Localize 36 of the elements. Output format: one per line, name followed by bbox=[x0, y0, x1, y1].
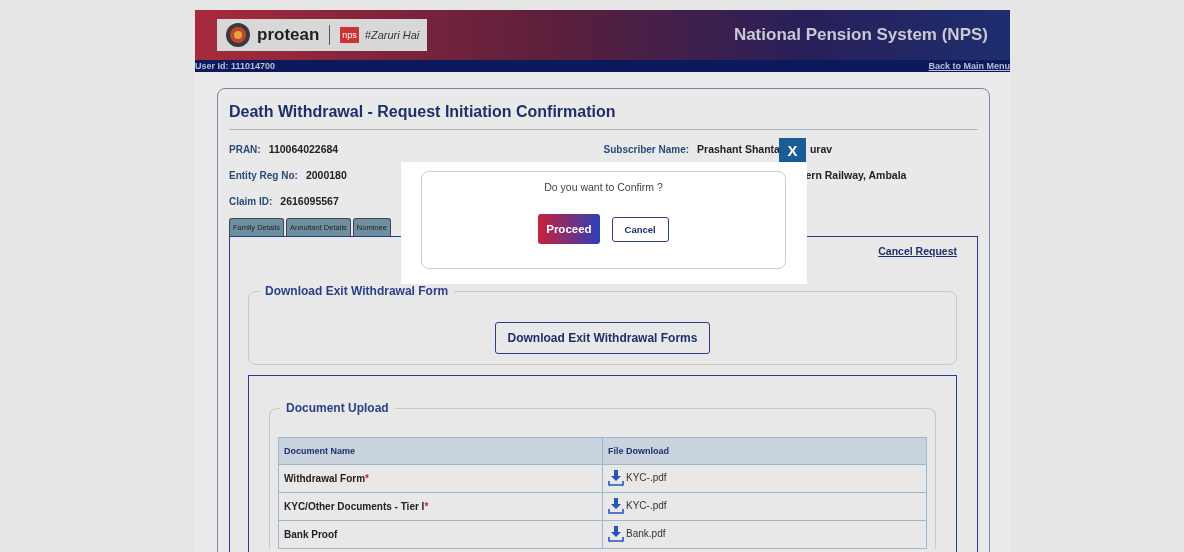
download-icon[interactable] bbox=[608, 469, 624, 486]
document-name-cell: Withdrawal Form* bbox=[278, 464, 603, 493]
field-label: Entity Reg No: bbox=[229, 169, 298, 181]
protean-logo-icon bbox=[225, 22, 251, 48]
tagline: #Zaruri Hai bbox=[364, 29, 420, 41]
section-legend: Download Exit Withdrawal Form bbox=[259, 284, 455, 298]
download-icon[interactable] bbox=[608, 497, 624, 514]
cancel-request-link[interactable]: Cancel Request bbox=[878, 245, 957, 257]
file-link[interactable]: KYC-.pdf bbox=[626, 500, 667, 511]
site-title: National Pension System (NPS) bbox=[733, 25, 988, 45]
section-legend: Document Upload bbox=[280, 401, 395, 415]
document-name-cell: KYC/Other Documents - Tier I* bbox=[278, 492, 603, 521]
field-label: PRAN: bbox=[229, 143, 261, 155]
document-name-cell: Bank Proof bbox=[278, 520, 603, 549]
field-label: Subscriber Name: bbox=[603, 143, 690, 155]
column-header: File Download bbox=[602, 437, 927, 465]
field-value: 2616095567 bbox=[280, 195, 339, 207]
page-title: Death Withdrawal - Request Initiation Confirmation bbox=[229, 103, 978, 130]
close-button[interactable]: X bbox=[779, 138, 806, 162]
field-value: Prashant Shanta bbox=[697, 143, 780, 155]
field-value: 2000180 bbox=[305, 169, 347, 181]
user-id: User Id: 111014700 bbox=[195, 61, 276, 71]
cancel-button[interactable]: Cancel bbox=[611, 216, 669, 242]
proceed-button[interactable]: Proceed bbox=[538, 214, 600, 244]
file-link[interactable]: KYC-.pdf bbox=[626, 472, 667, 483]
nps-badge: nps bbox=[340, 27, 359, 43]
brand-name: protean bbox=[257, 25, 320, 45]
field-value: 110064022684 bbox=[268, 143, 339, 155]
field-label: Claim ID: bbox=[229, 195, 273, 207]
download-icon[interactable] bbox=[608, 525, 624, 542]
column-header: Document Name bbox=[278, 437, 603, 465]
file-link[interactable]: Bank.pdf bbox=[626, 528, 666, 539]
download-forms-button[interactable]: Download Exit Withdrawal Forms bbox=[494, 322, 711, 354]
field-value: urav bbox=[809, 143, 833, 155]
back-to-main-menu-link[interactable]: Back to Main Menu bbox=[928, 61, 1010, 71]
confirm-message: Do you want to Confirm ? bbox=[544, 181, 663, 193]
